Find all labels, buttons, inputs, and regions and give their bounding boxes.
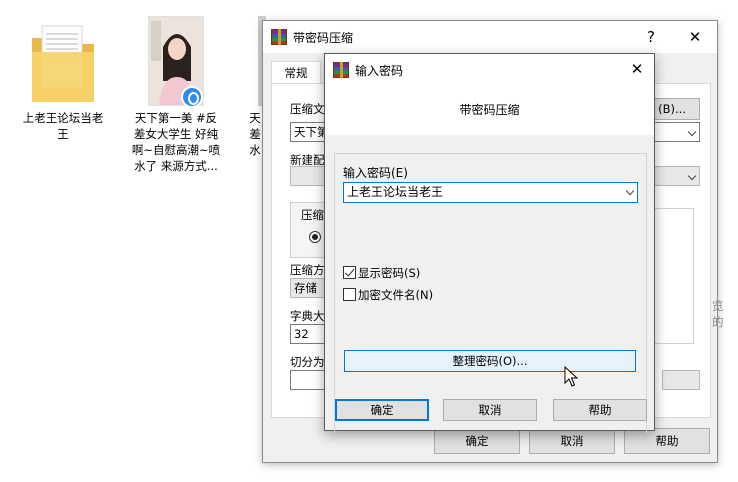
archive-format-group-label: 压缩	[301, 208, 324, 222]
password-label: 输入密码(E)	[343, 166, 408, 180]
password-combo[interactable]: 上老王论坛当老王	[343, 182, 638, 203]
password-dialog-titlebar[interactable]: 输入密码 ✕	[325, 54, 654, 85]
side-partial-text: 览的	[712, 299, 724, 329]
compress-dialog-title: 带密码压缩	[293, 31, 354, 45]
encrypt-names-option[interactable]: 加密文件名(N)	[343, 288, 433, 302]
winrar-app-icon	[333, 62, 349, 78]
show-password-label: 显示密码(S)	[358, 266, 421, 280]
winrar-app-icon	[271, 29, 287, 45]
method-value: 存储	[294, 281, 317, 295]
tab-general[interactable]: 常规	[271, 61, 321, 84]
split-label: 切分为	[290, 355, 325, 369]
encrypt-names-checkbox[interactable]	[343, 288, 356, 301]
close-icon[interactable]: ✕	[673, 21, 717, 53]
folder-label: 上老王论坛当老王	[22, 111, 104, 141]
video-app-badge-icon	[181, 86, 203, 108]
cancel-button[interactable]: 取消	[443, 399, 537, 421]
password-dialog-title: 输入密码	[355, 64, 404, 78]
ok-button[interactable]: 确定	[335, 399, 429, 421]
chevron-down-icon	[687, 127, 697, 137]
method-label: 压缩方	[290, 263, 325, 277]
partial-label: 天差水	[249, 111, 261, 157]
radio-rar-icon[interactable]	[309, 231, 321, 243]
password-dialog-header: 带密码压缩	[325, 85, 654, 135]
dict-size-value: 32	[294, 327, 309, 341]
close-icon[interactable]: ✕	[619, 53, 655, 85]
dict-size-label: 字典大	[290, 309, 325, 323]
folder-icon	[32, 25, 94, 102]
video-label: 天下第一美 #反差女大学生 好纯啊~自慰高潮~喷水了 来源方式...	[131, 111, 221, 173]
help-title-button[interactable]: ?	[629, 21, 673, 53]
organize-passwords-button[interactable]: 整理密码(O)...	[344, 350, 636, 372]
encrypt-names-label: 加密文件名(N)	[358, 288, 434, 302]
compress-dialog-titlebar[interactable]: 带密码压缩 ? ✕	[263, 21, 717, 53]
chevron-down-icon	[687, 171, 697, 181]
password-dialog: 输入密码 ✕ 带密码压缩 输入密码(E) 上老王论坛当老王 显示密码(S) 加密…	[324, 53, 655, 433]
password-value: 上老王论坛当老王	[347, 185, 444, 199]
mouse-pointer-icon	[564, 366, 578, 387]
side-partial-field[interactable]	[662, 370, 700, 390]
show-password-checkbox[interactable]	[343, 266, 356, 279]
archive-name-label: 压缩文	[290, 102, 325, 116]
help-button[interactable]: 帮助	[553, 399, 647, 421]
show-password-option[interactable]: 显示密码(S)	[343, 266, 420, 280]
chevron-down-icon	[625, 186, 635, 196]
